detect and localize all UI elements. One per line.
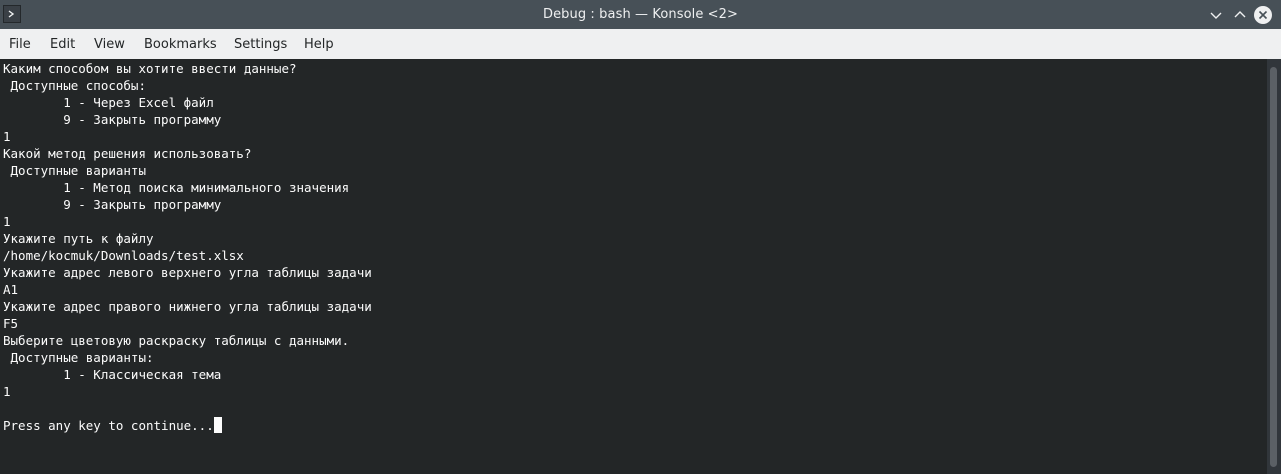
- terminal-line: Доступные способы:: [3, 78, 146, 93]
- terminal-line: 1: [3, 384, 11, 399]
- terminal-line: A1: [3, 282, 19, 297]
- terminal-line: 1 - Классическая тема: [3, 367, 222, 382]
- terminal-line: 1: [3, 214, 11, 229]
- terminal-line: Какой метод решения использовать?: [3, 146, 252, 161]
- menu-bar: File Edit View Bookmarks Settings Help: [0, 29, 1281, 59]
- menu-file[interactable]: File: [9, 37, 31, 52]
- maximize-button[interactable]: [1231, 6, 1249, 24]
- terminal-lines: Каким способом вы хотите ввести данные? …: [3, 60, 372, 434]
- terminal-line: 1: [3, 129, 11, 144]
- terminal-line: Каким способом вы хотите ввести данные?: [3, 61, 297, 76]
- title-bar[interactable]: Debug : bash — Konsole <2>: [0, 0, 1281, 29]
- close-button[interactable]: [1254, 6, 1272, 24]
- menu-help[interactable]: Help: [304, 37, 334, 52]
- terminal-line: Выберите цветовую раскраску таблицы с да…: [3, 333, 350, 348]
- menu-settings[interactable]: Settings: [234, 37, 287, 52]
- terminal-line: 9 - Закрыть программу: [3, 197, 222, 212]
- window-title: Debug : bash — Konsole <2>: [542, 7, 739, 22]
- terminal-output[interactable]: Каким способом вы хотите ввести данные? …: [0, 59, 1267, 474]
- vertical-scrollbar[interactable]: [1267, 59, 1281, 474]
- terminal-line: /home/kocmuk/Downloads/test.xlsx: [3, 248, 244, 263]
- terminal-line: Укажите путь к файлу: [3, 231, 154, 246]
- terminal-line: Доступные варианты:: [3, 350, 154, 365]
- prompt-line: Press any key to continue...: [3, 417, 372, 434]
- continue-prompt: Press any key to continue...: [3, 418, 214, 433]
- terminal-line: 1 - Через Excel файл: [3, 95, 214, 110]
- terminal-line: F5: [3, 316, 19, 331]
- menu-bookmarks[interactable]: Bookmarks: [144, 37, 217, 52]
- chevron-up-icon: [1234, 11, 1246, 18]
- terminal-line: 1 - Метод поиска минимального значения: [3, 180, 350, 195]
- menu-edit[interactable]: Edit: [50, 37, 75, 52]
- terminal-line: Доступные варианты: [3, 163, 146, 178]
- text-cursor: [213, 417, 222, 433]
- scrollbar-thumb[interactable]: [1270, 67, 1277, 467]
- terminal-line: Укажите адрес левого верхнего угла табли…: [3, 265, 372, 280]
- close-icon: [1258, 10, 1268, 20]
- terminal-line: 9 - Закрыть программу: [3, 112, 222, 127]
- chevron-down-icon: [1210, 12, 1222, 19]
- terminal-line: Укажите адрес правого нижнего угла табли…: [3, 299, 372, 314]
- menu-view[interactable]: View: [94, 37, 125, 52]
- minimize-button[interactable]: [1207, 6, 1225, 24]
- konsole-window: Debug : bash — Konsole <2> File Edit Vie…: [0, 0, 1281, 474]
